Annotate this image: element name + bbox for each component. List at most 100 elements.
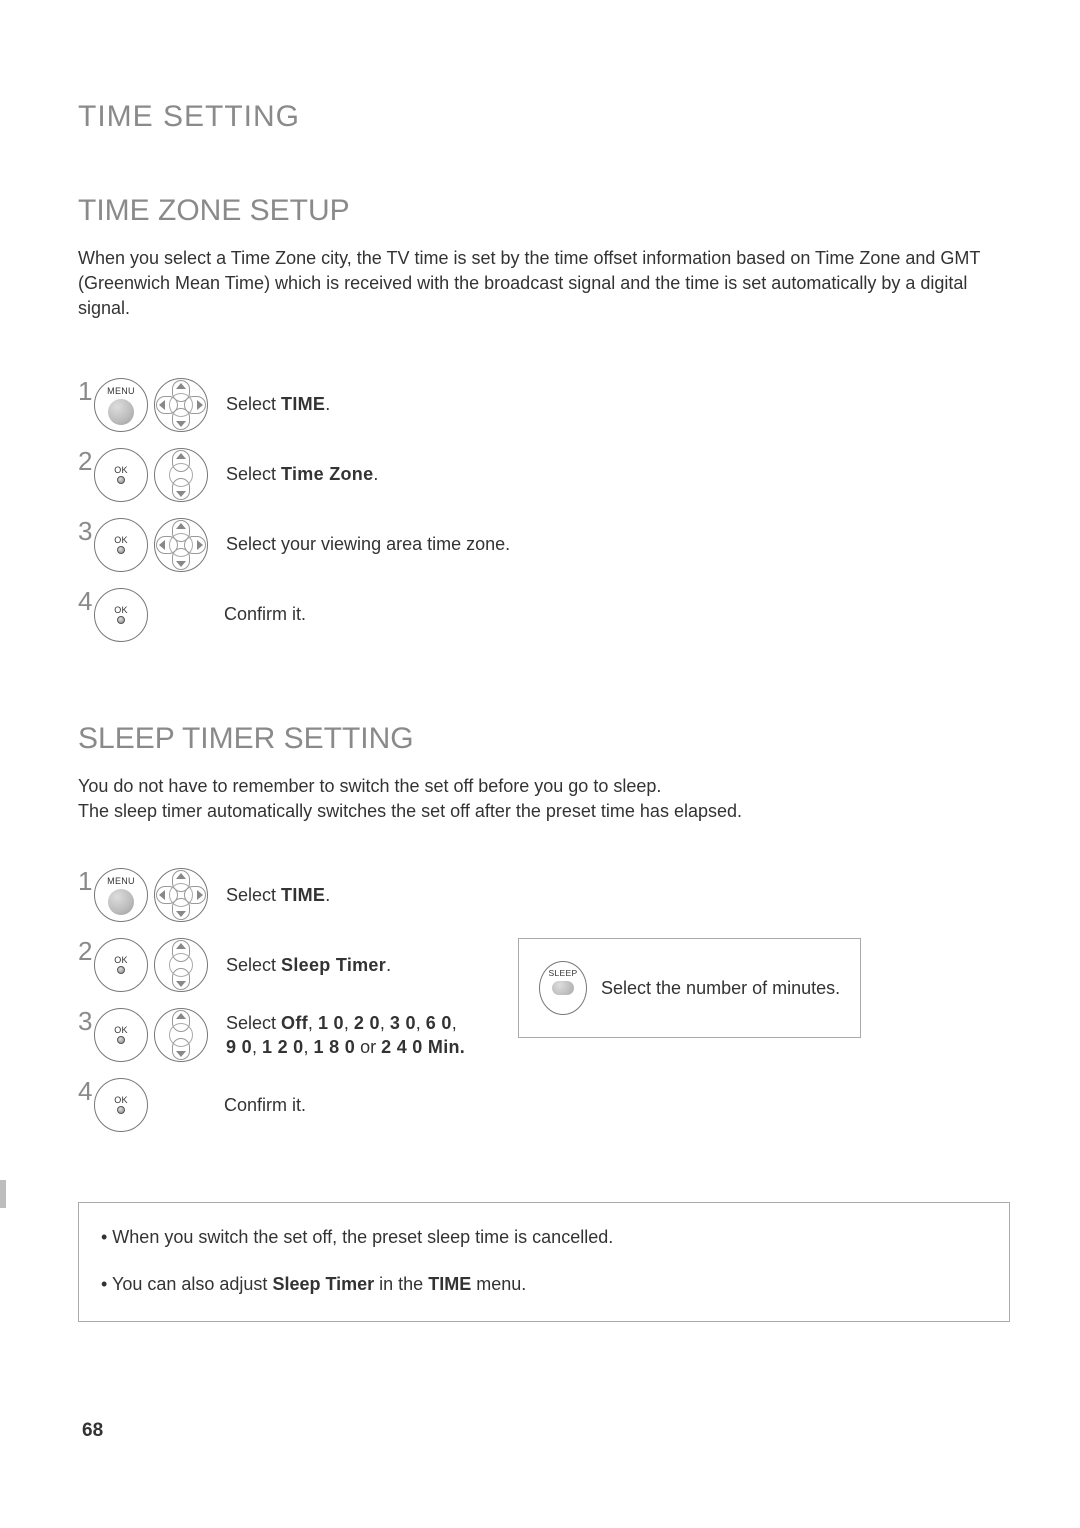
- button-label: OK: [114, 606, 128, 615]
- sleeptimer-steps: 1 MENU Select TIME. 2 OK: [78, 868, 518, 1148]
- text-bold: Off: [281, 1013, 308, 1033]
- text: Select your viewing area time zone.: [226, 534, 510, 554]
- step-instruction: Confirm it.: [224, 1093, 306, 1117]
- text: .: [386, 955, 391, 975]
- page-edge-tab: [0, 1180, 6, 1208]
- text: ,: [416, 1013, 426, 1033]
- step-number: 2: [78, 938, 92, 964]
- text-bold: 6 0: [426, 1013, 452, 1033]
- button-pill: [552, 981, 574, 995]
- ok-dot-icon: [117, 966, 125, 974]
- text-bold: 1 8 0: [314, 1037, 356, 1057]
- step-number: 2: [78, 448, 92, 474]
- button-label: OK: [114, 1096, 128, 1105]
- notes-box: • When you switch the set off, the prese…: [78, 1202, 1010, 1322]
- step-instruction: Select Off, 1 0, 2 0, 3 0, 6 0, 9 0, 1 2…: [226, 1011, 465, 1060]
- text: ,: [452, 1013, 457, 1033]
- text: You do not have to remember to switch th…: [78, 776, 661, 796]
- page-title: TIME SETTING: [78, 100, 1010, 134]
- sleep-timer-content: 1 MENU Select TIME. 2 OK: [78, 868, 1010, 1148]
- button-label: OK: [114, 536, 128, 545]
- text-bold: 3 0: [390, 1013, 416, 1033]
- button-label: SLEEP: [549, 968, 578, 978]
- button-label: MENU: [107, 387, 135, 396]
- ok-dot-icon: [117, 546, 125, 554]
- dpad-updown-icon: [154, 448, 208, 502]
- text-bold: 1 2 0: [262, 1037, 304, 1057]
- text: Select: [226, 1013, 281, 1033]
- text: • You can also adjust: [101, 1274, 272, 1294]
- text: in the: [374, 1274, 428, 1294]
- text-bold: Sleep Timer: [281, 955, 386, 975]
- note-line: • You can also adjust Sleep Timer in the…: [101, 1270, 987, 1299]
- text: The sleep timer automatically switches t…: [78, 801, 742, 821]
- text: ,: [344, 1013, 354, 1033]
- section-heading-sleeptimer: SLEEP TIMER SETTING: [78, 722, 1010, 756]
- ok-button-icon: OK: [94, 448, 148, 502]
- button-label: OK: [114, 466, 128, 475]
- text: Select: [226, 394, 281, 414]
- timezone-steps: 1 MENU Select TIME. 2 OK: [78, 378, 1010, 642]
- ok-dot-icon: [117, 616, 125, 624]
- section-intro: You do not have to remember to switch th…: [78, 774, 1010, 824]
- text: Select: [226, 955, 281, 975]
- step-instruction: Select Time Zone.: [226, 462, 378, 486]
- step-number: 1: [78, 378, 92, 404]
- ok-button-icon: OK: [94, 938, 148, 992]
- section-intro: When you select a Time Zone city, the TV…: [78, 246, 1010, 322]
- text: Confirm it.: [224, 1095, 306, 1115]
- button-label: OK: [114, 1026, 128, 1035]
- section-heading-timezone: TIME ZONE SETUP: [78, 194, 1010, 228]
- ok-dot-icon: [117, 1036, 125, 1044]
- step-row: 1 MENU Select TIME.: [78, 868, 518, 922]
- ok-button-icon: OK: [94, 518, 148, 572]
- step-row: 3 OK Select your viewing area time zone.: [78, 518, 1010, 572]
- step-row: 3 OK Select Off, 1 0, 2 0, 3 0, 6 0, 9 0…: [78, 1008, 518, 1062]
- button-dot: [108, 889, 134, 915]
- note-line: • When you switch the set off, the prese…: [101, 1223, 987, 1252]
- step-instruction: Select TIME.: [226, 883, 330, 907]
- button-label: MENU: [107, 877, 135, 886]
- ok-dot-icon: [117, 1106, 125, 1114]
- dpad-updown-icon: [154, 938, 208, 992]
- ok-button-icon: OK: [94, 588, 148, 642]
- text: Confirm it.: [224, 604, 306, 624]
- button-label: OK: [114, 956, 128, 965]
- menu-button-icon: MENU: [94, 378, 148, 432]
- sleep-box-text: Select the number of minutes.: [601, 976, 840, 1000]
- step-number: 4: [78, 588, 92, 614]
- step-instruction: Select Sleep Timer.: [226, 953, 391, 977]
- button-dot: [108, 399, 134, 425]
- text-bold: Time Zone: [281, 464, 373, 484]
- dpad-updown-icon: [154, 1008, 208, 1062]
- step-row: 2 OK Select Time Zone.: [78, 448, 1010, 502]
- text: .: [373, 464, 378, 484]
- text-bold: TIME: [281, 394, 325, 414]
- dpad-icon: [154, 378, 208, 432]
- step-number: 4: [78, 1078, 92, 1104]
- step-row: 1 MENU Select TIME.: [78, 378, 1010, 432]
- step-row: 4 OK Confirm it.: [78, 588, 1010, 642]
- step-instruction: Select your viewing area time zone.: [226, 532, 510, 556]
- text-bold: TIME: [281, 885, 325, 905]
- step-number: 3: [78, 518, 92, 544]
- menu-button-icon: MENU: [94, 868, 148, 922]
- text-bold: 2 4 0 Min.: [381, 1037, 465, 1057]
- ok-dot-icon: [117, 476, 125, 484]
- text: Select: [226, 464, 281, 484]
- dpad-icon: [154, 518, 208, 572]
- text-bold: 9 0: [226, 1037, 252, 1057]
- text: ,: [380, 1013, 390, 1033]
- text-bold: TIME: [428, 1274, 471, 1294]
- text: .: [325, 885, 330, 905]
- page-number: 68: [82, 1420, 103, 1442]
- step-row: 2 OK Select Sleep Timer.: [78, 938, 518, 992]
- sleep-button-icon: SLEEP: [539, 961, 587, 1015]
- text: .: [325, 394, 330, 414]
- text: or: [355, 1037, 381, 1057]
- step-row: 4 OK Confirm it.: [78, 1078, 518, 1132]
- dpad-icon: [154, 868, 208, 922]
- step-instruction: Select TIME.: [226, 392, 330, 416]
- sleep-remote-box: SLEEP Select the number of minutes.: [518, 938, 861, 1038]
- ok-button-icon: OK: [94, 1008, 148, 1062]
